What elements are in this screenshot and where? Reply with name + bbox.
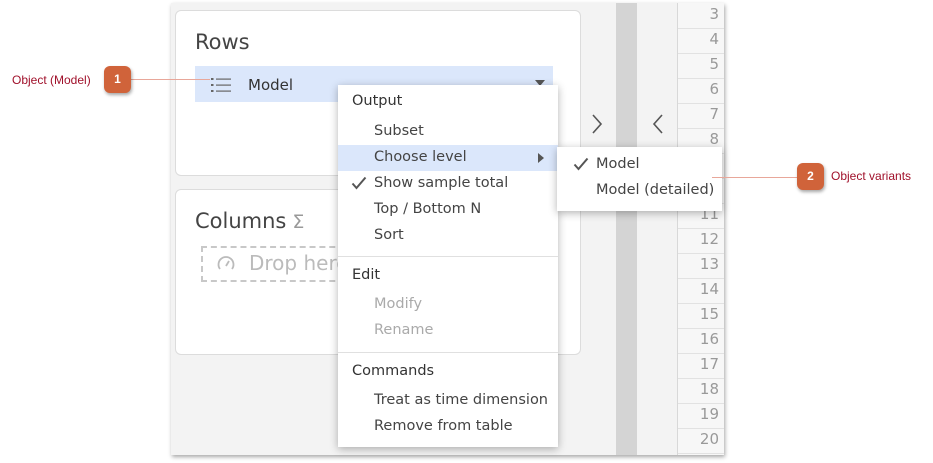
checkmark-icon — [351, 176, 367, 190]
row-number: 8 — [709, 130, 719, 148]
row-divider — [678, 78, 724, 79]
menu-item-label: Treat as time dimension — [374, 392, 548, 408]
menu-item-label: Remove from table — [374, 418, 513, 434]
menu-item-label: Show sample total — [374, 175, 509, 191]
row-number: 19 — [699, 405, 719, 423]
list-icon — [211, 78, 231, 92]
gauge-icon — [217, 256, 235, 270]
rows-item-label: Model — [248, 76, 294, 94]
menu-item-subset[interactable]: Subset — [338, 119, 558, 145]
row-number: 16 — [699, 330, 719, 348]
row-divider — [678, 328, 724, 329]
menu-separator — [338, 256, 558, 257]
submenu-item-label: Model (detailed) — [596, 182, 715, 198]
callout-text-1: Object (Model) — [12, 73, 91, 87]
row-divider — [678, 53, 724, 54]
row-divider — [678, 403, 724, 404]
row-number: 13 — [699, 255, 719, 273]
checkmark-icon — [573, 157, 589, 171]
callout-badge-2: 2 — [797, 163, 824, 190]
row-divider — [678, 303, 724, 304]
menu-item-sort[interactable]: Sort — [338, 223, 558, 249]
row-number: 5 — [709, 55, 719, 73]
row-divider — [678, 378, 724, 379]
drop-placeholder: Drop here — [249, 251, 349, 275]
row-number: 3 — [709, 5, 719, 23]
menu-item-label: Subset — [374, 123, 424, 139]
chevron-right-icon[interactable] — [590, 112, 604, 136]
menu-header-commands: Commands — [352, 363, 435, 379]
row-divider — [678, 278, 724, 279]
context-menu: Output Subset Choose level Show sample t… — [338, 85, 558, 447]
submenu-item-model[interactable]: Model — [557, 152, 722, 178]
menu-item-top-bottom-n[interactable]: Top / Bottom N — [338, 197, 558, 223]
menu-item-label: Top / Bottom N — [374, 201, 482, 217]
row-number: 14 — [699, 280, 719, 298]
row-number: 15 — [699, 305, 719, 323]
row-number: 12 — [699, 230, 719, 248]
row-divider — [678, 253, 724, 254]
rows-title: Rows — [195, 30, 250, 54]
row-divider — [678, 28, 724, 29]
menu-item-treat-as-time[interactable]: Treat as time dimension — [338, 388, 558, 414]
menu-item-rename: Rename — [338, 318, 558, 344]
menu-header-edit: Edit — [352, 267, 381, 283]
row-divider — [678, 228, 724, 229]
row-number: 4 — [709, 30, 719, 48]
columns-title-label: Columns — [195, 209, 287, 233]
row-number: 17 — [699, 355, 719, 373]
row-number: 18 — [699, 380, 719, 398]
row-divider — [678, 353, 724, 354]
menu-item-label: Modify — [374, 296, 423, 312]
row-divider — [678, 103, 724, 104]
panel-divider[interactable] — [616, 3, 637, 455]
callout-line — [130, 79, 210, 80]
menu-item-modify: Modify — [338, 292, 558, 318]
submenu-item-label: Model — [596, 156, 640, 172]
menu-item-remove-from-table[interactable]: Remove from table — [338, 414, 558, 440]
row-divider — [678, 453, 724, 454]
columns-drop-zone[interactable]: Drop here — [201, 246, 355, 282]
row-number: 20 — [699, 430, 719, 448]
row-number: 6 — [709, 80, 719, 98]
sigma-icon[interactable]: Σ — [292, 211, 304, 233]
menu-item-label: Rename — [374, 322, 434, 338]
row-number: 7 — [709, 105, 719, 123]
chevron-left-icon[interactable] — [651, 112, 665, 136]
row-divider — [678, 128, 724, 129]
menu-header-output: Output — [352, 93, 403, 109]
callout-badge-1: 1 — [104, 66, 131, 93]
row-divider — [678, 428, 724, 429]
menu-item-show-sample-total[interactable]: Show sample total — [338, 171, 558, 197]
callout-text-2: Object variants — [831, 169, 912, 183]
columns-title: Columns Σ — [195, 209, 304, 233]
menu-item-label: Choose level — [374, 149, 467, 165]
menu-separator — [338, 352, 558, 353]
menu-item-choose-level[interactable]: Choose level — [338, 145, 558, 171]
row-number-gutter: 34567891011121314151617181920 — [677, 3, 724, 455]
choose-level-submenu: Model Model (detailed) — [557, 147, 722, 211]
menu-item-label: Sort — [374, 227, 404, 243]
submenu-item-model-detailed[interactable]: Model (detailed) — [557, 178, 722, 204]
submenu-arrow-icon — [538, 153, 544, 163]
callout-line — [712, 177, 797, 178]
